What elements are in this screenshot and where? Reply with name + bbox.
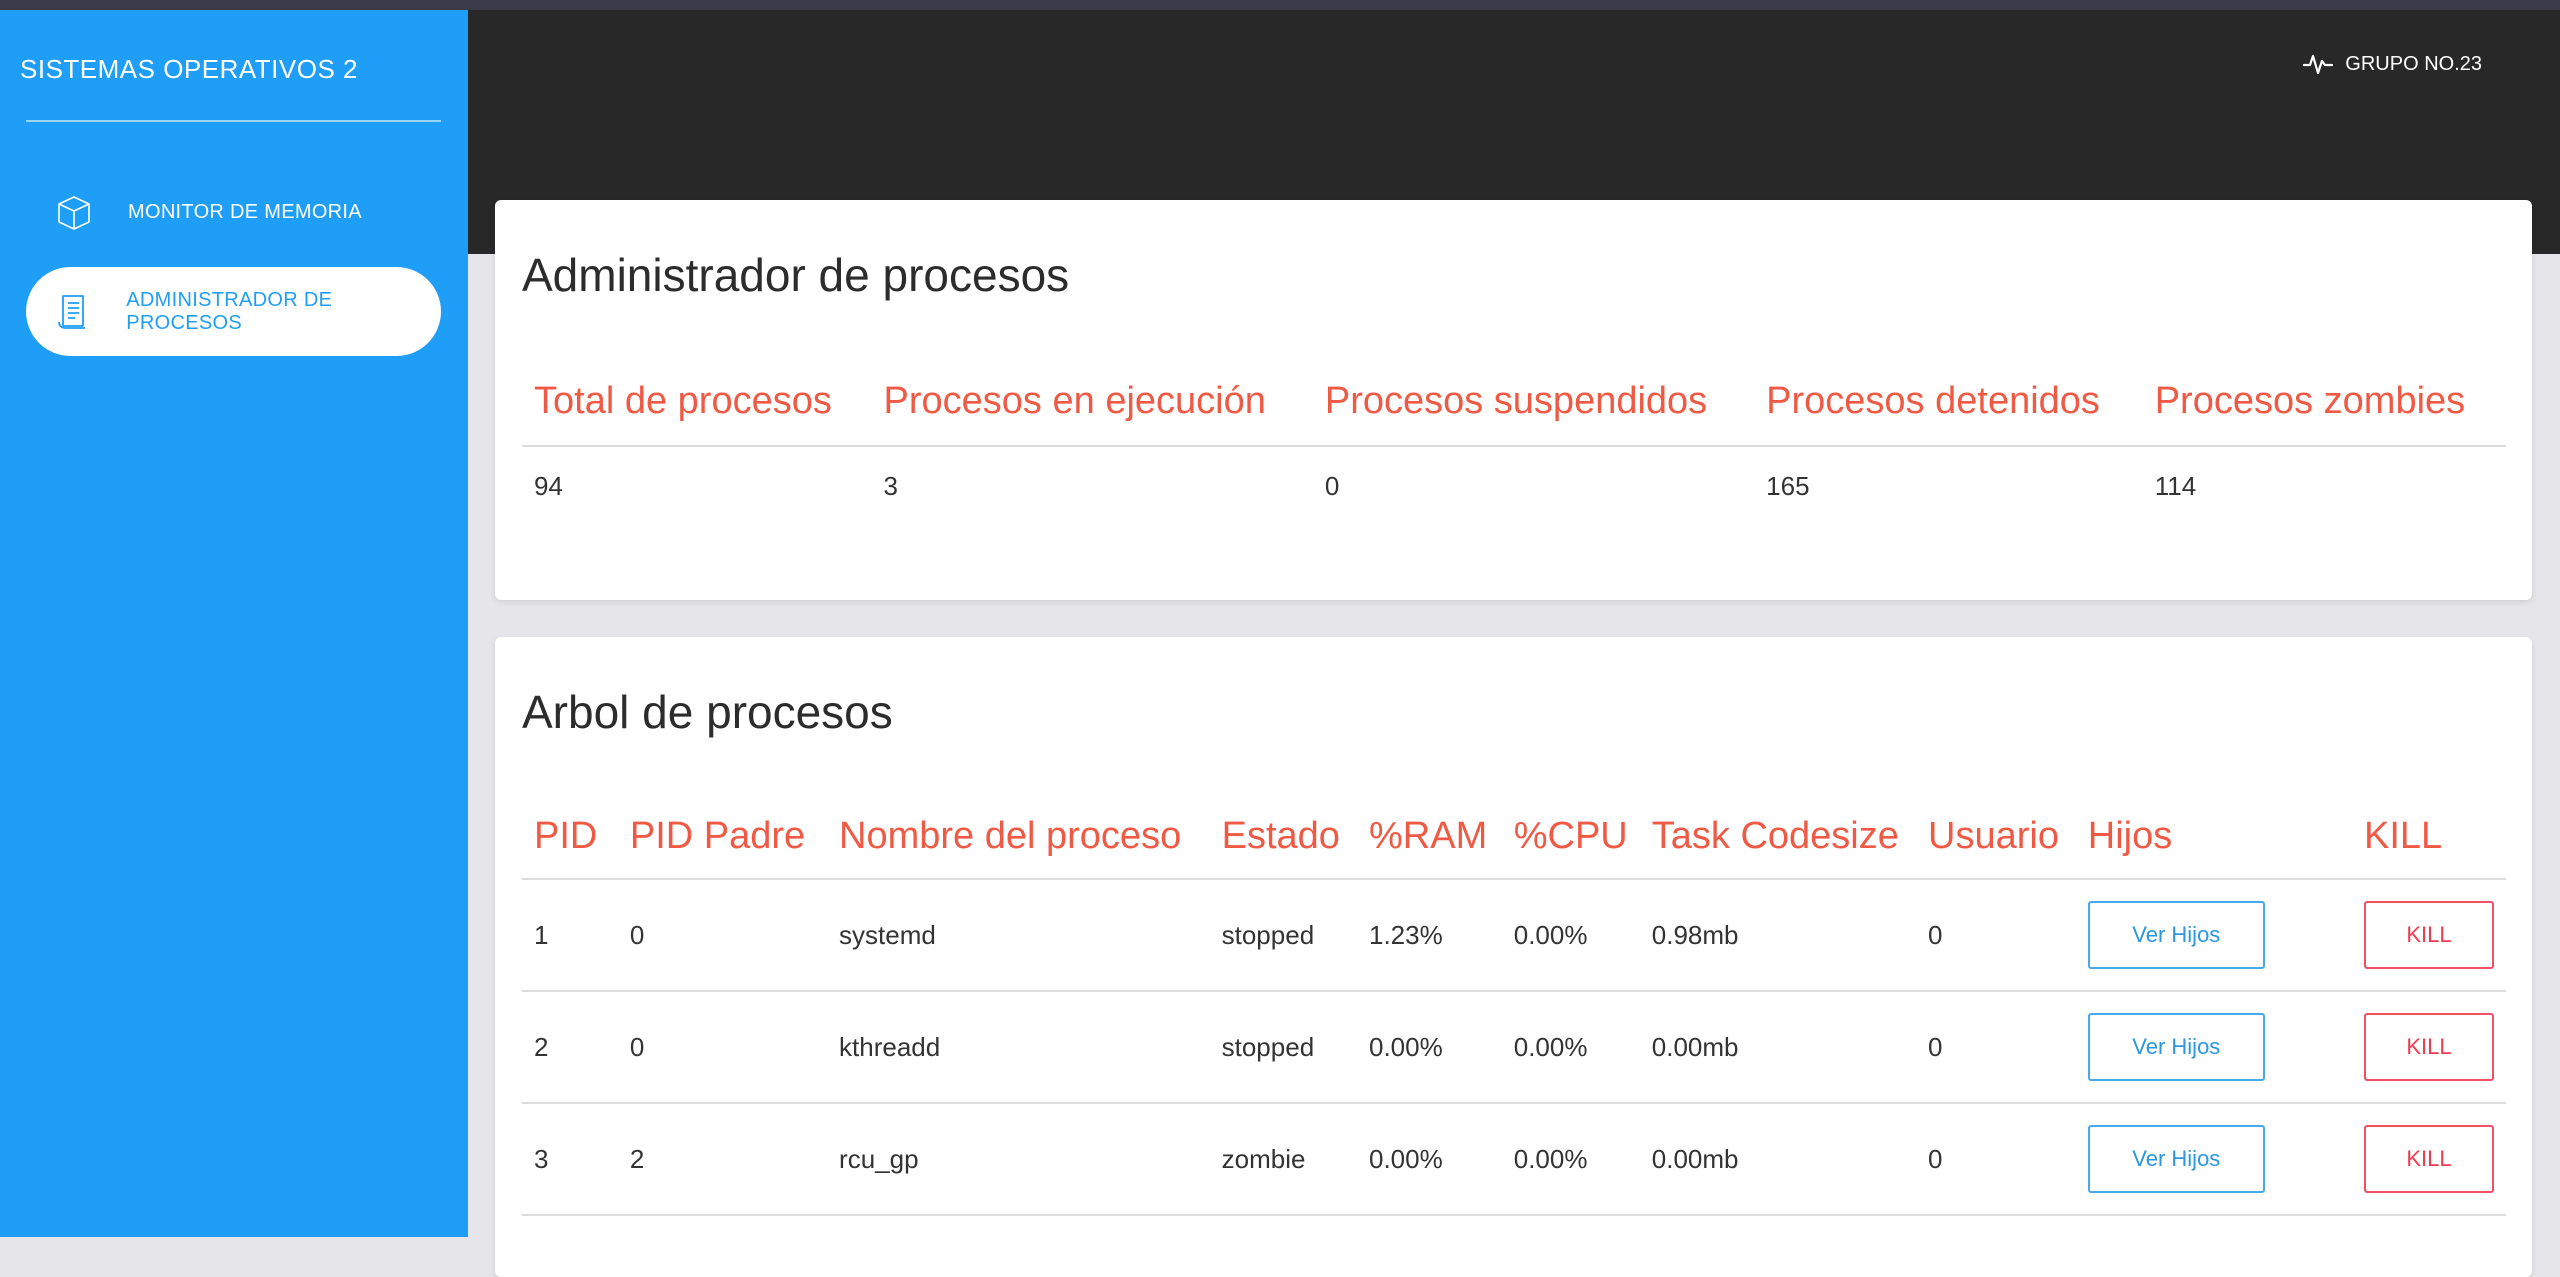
- sidebar: SISTEMAS OPERATIVOS 2 MONITOR DE MEMORIA…: [0, 10, 468, 1237]
- summary-header-suspendidos: Procesos suspendidos: [1312, 360, 1755, 447]
- procesos-suspendidos-value: 0: [1324, 471, 1340, 501]
- cell-cpu: 0.00%: [1501, 1103, 1640, 1216]
- summary-header-total: Total de procesos: [522, 360, 872, 447]
- table-row: 3 2 rcu_gp zombie 0.00% 0.00% 0.00mb 0 V…: [522, 1103, 2506, 1216]
- cell-name: kthreadd: [827, 991, 1210, 1104]
- ver-hijos-button[interactable]: Ver Hijos: [2087, 901, 2265, 969]
- col-pid: PID: [522, 797, 618, 880]
- sidebar-item-administrador-procesos[interactable]: ADMINISTRADOR DE PROCESOS: [26, 267, 441, 356]
- cell-cpu: 0.00%: [1501, 991, 1640, 1104]
- document-icon: [52, 290, 94, 334]
- table-row: 1 0 systemd stopped 1.23% 0.00% 0.98mb 0…: [522, 879, 2506, 992]
- sidebar-divider: [26, 120, 441, 122]
- pulse-icon: [2303, 54, 2334, 75]
- cell-name: systemd: [827, 879, 1210, 992]
- summary-header-ejecucion: Procesos en ejecución: [871, 360, 1313, 447]
- cell-state: stopped: [1209, 879, 1357, 992]
- col-codesize: Task Codesize: [1639, 797, 1917, 880]
- cell-ppid: 0: [617, 991, 828, 1104]
- summary-table: Total de procesos Procesos en ejecución …: [522, 360, 2506, 526]
- process-tree-card: Arbol de procesos PID PID Padre Nombre d…: [495, 637, 2532, 1277]
- sidebar-item-label: MONITOR DE MEMORIA: [128, 201, 362, 223]
- cell-hijos: Ver Hijos: [2075, 991, 2352, 1104]
- cell-pid: 2: [522, 991, 618, 1104]
- cell-ppid: 0: [617, 879, 828, 992]
- section-title: Arbol de procesos: [522, 686, 893, 738]
- col-usuario: Usuario: [1916, 797, 2076, 880]
- sidebar-item-monitor-memoria[interactable]: MONITOR DE MEMORIA: [26, 168, 441, 257]
- col-hijos: Hijos: [2075, 797, 2352, 880]
- col-estado: Estado: [1209, 797, 1357, 880]
- cell-user: 0: [1916, 879, 2076, 992]
- cell-codesize: 0.00mb: [1639, 1103, 1917, 1216]
- group-tag: GRUPO NO.23: [2303, 52, 2482, 76]
- cell-hijos: Ver Hijos: [2075, 1103, 2352, 1216]
- procesos-zombies-value: 114: [2154, 471, 2197, 501]
- ver-hijos-button[interactable]: Ver Hijos: [2087, 1125, 2265, 1193]
- summary-row: 94 3 0 165 114: [522, 446, 2506, 526]
- cell-ram: 0.00%: [1357, 991, 1502, 1104]
- summary-header-zombies: Procesos zombies: [2142, 360, 2506, 447]
- kill-button[interactable]: KILL: [2364, 901, 2494, 969]
- col-kill: KILL: [2352, 797, 2506, 880]
- cell-hijos: Ver Hijos: [2075, 879, 2352, 992]
- cell-kill: KILL: [2352, 991, 2506, 1104]
- cell-kill: KILL: [2352, 879, 2506, 992]
- brand-title: SISTEMAS OPERATIVOS 2: [20, 54, 358, 84]
- cell-codesize: 0.00mb: [1639, 991, 1917, 1104]
- process-table: PID PID Padre Nombre del proceso Estado …: [522, 797, 2506, 1216]
- cell-cpu: 0.00%: [1501, 879, 1640, 992]
- ver-hijos-button[interactable]: Ver Hijos: [2087, 1013, 2265, 1081]
- cell-user: 0: [1916, 1103, 2076, 1216]
- sidebar-item-label: ADMINISTRADOR DE PROCESOS: [126, 288, 333, 334]
- cell-kill: KILL: [2352, 1103, 2506, 1216]
- cell-ppid: 2: [617, 1103, 828, 1216]
- cell-user: 0: [1916, 991, 2076, 1104]
- kill-button[interactable]: KILL: [2364, 1125, 2494, 1193]
- browser-top-strip: [0, 0, 2560, 10]
- cell-ram: 0.00%: [1357, 1103, 1502, 1216]
- col-ram: %RAM: [1357, 797, 1502, 880]
- cell-pid: 3: [522, 1103, 618, 1216]
- page-title: Administrador de procesos: [522, 249, 1070, 301]
- procesos-detenidos-value: 165: [1766, 471, 1810, 501]
- cell-state: zombie: [1209, 1103, 1357, 1216]
- col-pid-padre: PID Padre: [617, 797, 828, 880]
- cube-icon: [52, 191, 96, 235]
- kill-button[interactable]: KILL: [2364, 1013, 2494, 1081]
- col-nombre: Nombre del proceso: [827, 797, 1210, 880]
- group-label: GRUPO NO.23: [2345, 52, 2482, 75]
- cell-codesize: 0.98mb: [1639, 879, 1917, 992]
- cell-state: stopped: [1209, 991, 1357, 1104]
- table-row: 2 0 kthreadd stopped 0.00% 0.00% 0.00mb …: [522, 991, 2506, 1104]
- cell-name: rcu_gp: [827, 1103, 1210, 1216]
- total-procesos-value: 94: [534, 471, 563, 501]
- cell-pid: 1: [522, 879, 618, 992]
- procesos-ejecucion-value: 3: [883, 471, 898, 501]
- summary-header-detenidos: Procesos detenidos: [1754, 360, 2143, 447]
- summary-card: Administrador de procesos Total de proce…: [495, 200, 2532, 600]
- col-cpu: %CPU: [1501, 797, 1640, 880]
- cell-ram: 1.23%: [1357, 879, 1502, 992]
